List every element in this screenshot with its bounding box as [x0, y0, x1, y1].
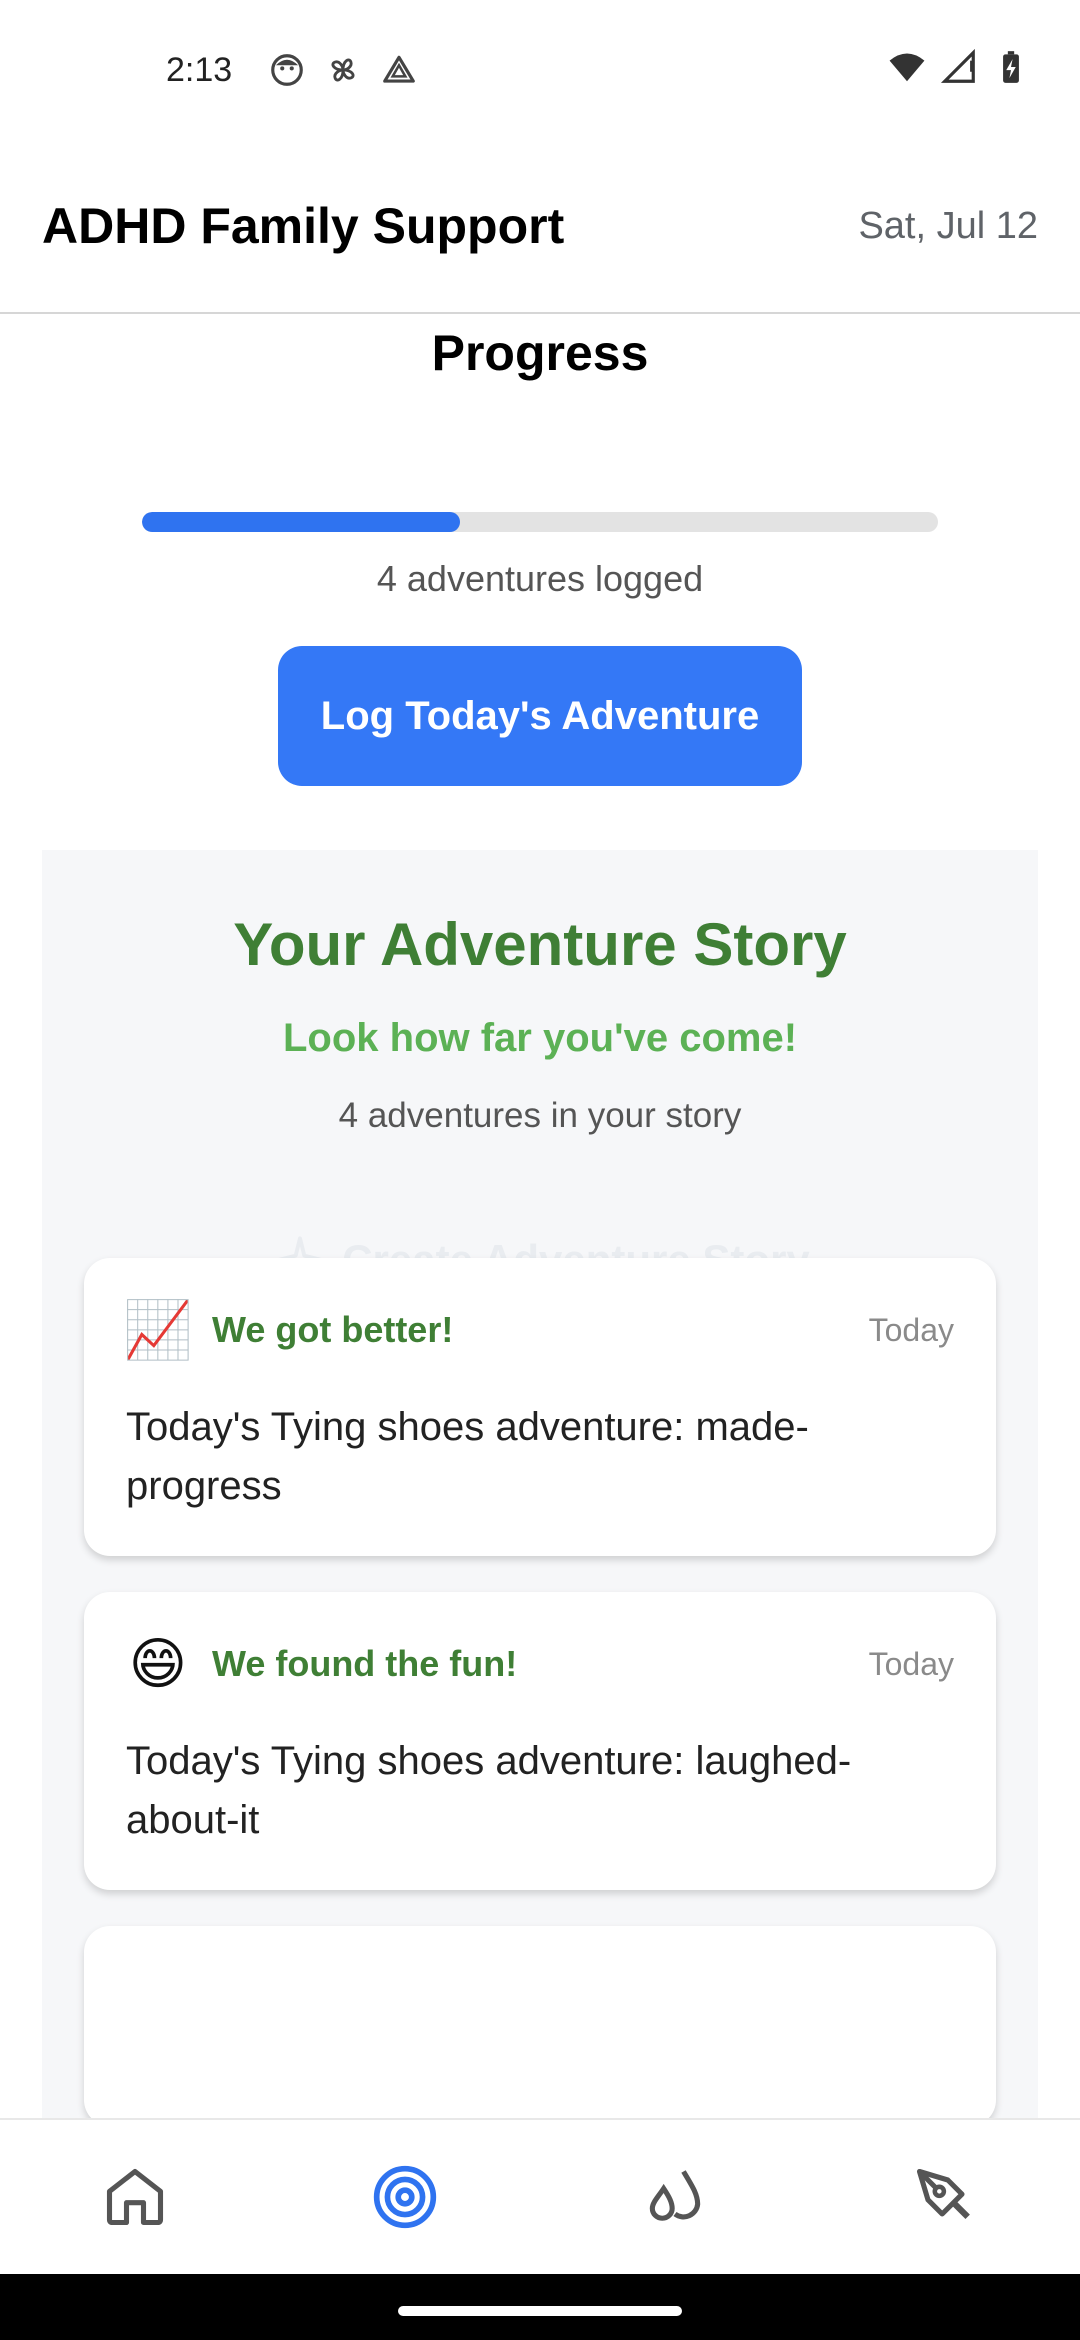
- entry-text: Today's Tying shoes adventure: laughed-a…: [126, 1739, 852, 1842]
- status-bar: 2:13: [0, 0, 1080, 140]
- story-title: Your Adventure Story: [233, 911, 847, 978]
- story-count: 4 adventures in your story: [338, 1096, 742, 1135]
- entry-text: Today's Tying shoes adventure: made-prog…: [126, 1405, 809, 1508]
- home-icon: [106, 2168, 164, 2226]
- triangle-alert-icon: [383, 55, 416, 83]
- nav-journal[interactable]: [885, 2137, 1005, 2257]
- status-icons-right: [888, 48, 1030, 86]
- story-entry-card[interactable]: 📈 We got better! Today Today's Tying sho…: [84, 1258, 996, 1556]
- face-icon: [271, 54, 304, 86]
- entry-time: Today: [868, 1645, 954, 1682]
- story-entry-card[interactable]: [84, 1926, 996, 2118]
- story-entry-card[interactable]: 😄 We found the fun! Today Today's Tying …: [84, 1592, 996, 1890]
- header-date: Sat, Jul 12: [858, 204, 1038, 247]
- progress-caption: 4 adventures logged: [376, 558, 704, 599]
- target-icon: [373, 2165, 437, 2229]
- entry-label: We got better!: [212, 1309, 454, 1350]
- nav-wellbeing[interactable]: [615, 2137, 735, 2257]
- grinning-face-icon: 😄: [128, 1632, 188, 1695]
- chart-up-icon: 📈: [123, 1298, 193, 1361]
- app-header: ADHD Family Support Sat, Jul 12: [0, 140, 1080, 314]
- pen-icon: [916, 2168, 970, 2220]
- entry-label: We found the fun!: [212, 1643, 518, 1684]
- status-icons-left: [268, 51, 418, 89]
- bottom-navigation: [0, 2118, 1080, 2274]
- progress-bar-fill: [142, 512, 461, 532]
- story-subtitle: Look how far you've come!: [282, 1016, 798, 1060]
- drops-icon: [649, 2170, 701, 2221]
- entry-time: Today: [868, 1311, 954, 1348]
- nav-goals[interactable]: [345, 2137, 465, 2257]
- home-indicator[interactable]: [398, 2306, 682, 2316]
- app-title: ADHD Family Support: [42, 198, 565, 254]
- signal-icon: [940, 48, 975, 83]
- adventure-story-panel: Your Adventure Story Look how far you've…: [42, 850, 1038, 2118]
- wifi-icon: [889, 53, 925, 82]
- pinwheel-icon: [331, 58, 355, 82]
- main-content[interactable]: Progress 4 adventures logged Log Today's…: [0, 316, 1080, 2118]
- progress-bar: [142, 512, 938, 532]
- progress-title: Progress: [431, 325, 649, 381]
- battery-charging-icon: [1003, 51, 1019, 83]
- nav-home[interactable]: [75, 2137, 195, 2257]
- status-time: 2:13: [166, 50, 233, 89]
- log-adventure-button[interactable]: Log Today's Adventure: [278, 646, 802, 786]
- app-screen: 2:13 ADHD Family Support Sat, Jul 12 Pro…: [0, 0, 1080, 2340]
